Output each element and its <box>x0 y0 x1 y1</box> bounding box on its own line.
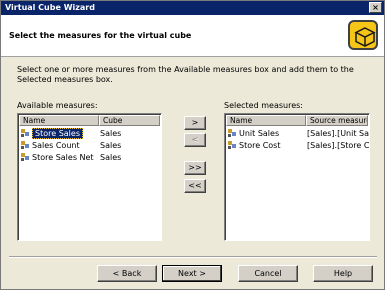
selected-measures-list[interactable]: Name Source measure Unit Sales [Sales].[… <box>224 113 370 241</box>
close-button[interactable]: × <box>369 2 382 13</box>
page-title: Select the measures for the virtual cube <box>9 31 192 40</box>
wizard-header: Select the measures for the virtual cube <box>1 15 384 57</box>
selected-measures-label: Selected measures: <box>224 101 303 110</box>
title-bar[interactable]: Virtual Cube Wizard × <box>1 1 384 15</box>
measure-icon <box>20 128 30 138</box>
measure-icon <box>227 140 237 150</box>
available-measures-list[interactable]: Name Cube Store Sales Sales Sales Count … <box>17 113 162 241</box>
list-item[interactable]: Store Sales Net Sales <box>20 151 161 163</box>
list-item[interactable]: Store Sales Sales <box>20 127 161 139</box>
list-item[interactable]: Store Cost [Sales].[Store Cost] <box>227 139 369 151</box>
column-header-name[interactable]: Name <box>226 115 306 126</box>
column-header-source-measure[interactable]: Source measure <box>306 115 368 126</box>
measure-name: Store Sales Net <box>32 152 94 162</box>
measure-name: Store Sales <box>32 127 83 139</box>
column-header-name[interactable]: Name <box>19 115 99 126</box>
column-header-cube[interactable]: Cube <box>99 115 160 126</box>
measure-cube: Sales <box>100 140 122 150</box>
back-button[interactable]: < Back <box>97 265 157 282</box>
add-all-measures-button[interactable]: >> <box>184 161 206 175</box>
measure-source: [Sales].[Store Cost] <box>307 140 369 150</box>
available-measures-label: Available measures: <box>17 101 98 110</box>
cube-icon <box>348 20 378 50</box>
selected-list-header: Name Source measure <box>226 115 368 126</box>
footer-divider <box>9 256 377 258</box>
measure-icon <box>20 140 30 150</box>
help-button[interactable]: Help <box>313 265 373 282</box>
measure-source: [Sales].[Unit Sales] <box>307 128 369 138</box>
available-list-header: Name Cube <box>19 115 160 126</box>
next-button[interactable]: Next > <box>162 265 222 282</box>
measure-name: Sales Count <box>32 140 80 150</box>
list-item[interactable]: Unit Sales [Sales].[Unit Sales] <box>227 127 369 139</box>
measure-name: Store Cost <box>239 140 281 150</box>
list-item[interactable]: Sales Count Sales <box>20 139 161 151</box>
instructions-text: Select one or more measures from the Ava… <box>17 65 354 84</box>
cancel-button[interactable]: Cancel <box>238 265 298 282</box>
measure-cube: Sales <box>100 128 122 138</box>
virtual-cube-wizard-window: Virtual Cube Wizard × Select the measure… <box>0 0 385 290</box>
measure-cube: Sales <box>100 152 122 162</box>
add-measure-button[interactable]: > <box>184 116 206 130</box>
measure-icon <box>227 128 237 138</box>
remove-all-measures-button[interactable]: << <box>184 179 206 193</box>
remove-measure-button[interactable]: < <box>184 133 206 147</box>
window-title: Virtual Cube Wizard <box>5 3 95 12</box>
measure-icon <box>20 152 30 162</box>
measure-name: Unit Sales <box>239 128 280 138</box>
